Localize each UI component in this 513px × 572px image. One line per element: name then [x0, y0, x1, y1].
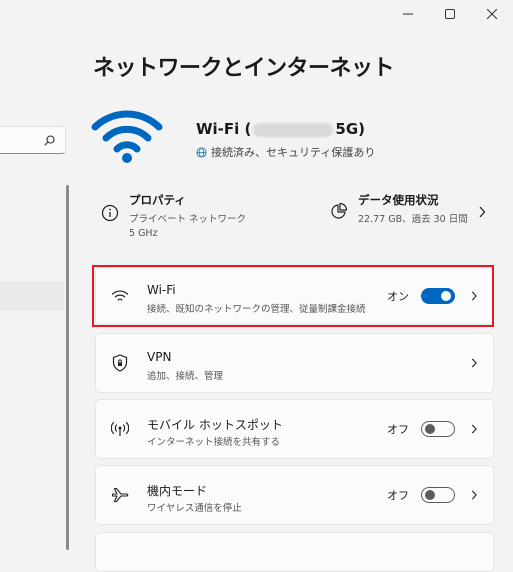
airplane-mode-card-subtitle: ワイヤレス通信を停止: [147, 503, 242, 514]
page-title: ネットワークとインターネット: [93, 56, 395, 81]
hotspot-icon: [110, 419, 130, 439]
mobile-hotspot-card-subtitle: インターネット接続を共有する: [147, 437, 281, 448]
search-icon: [44, 135, 55, 146]
properties-title: プロパティ: [129, 193, 186, 207]
toggle-knob: [425, 490, 435, 500]
data-usage-link[interactable]: データ使用状況 22.77 GB、過去 30 日間: [330, 192, 468, 227]
airplane-mode-card-title: 機内モード: [147, 484, 208, 498]
vpn-card[interactable]: VPN 追加、接続、管理: [95, 333, 494, 393]
info-icon: [101, 204, 119, 222]
search-input[interactable]: [0, 126, 66, 154]
maximize-icon: [445, 9, 455, 19]
mobile-hotspot-card-title: モバイル ホットスポット: [147, 418, 283, 432]
pie-chart-icon: [331, 202, 348, 219]
network-name: Wi-Fi (5G): [196, 120, 365, 138]
wifi-large-icon: [91, 110, 163, 163]
vpn-card-subtitle: 追加、接続、管理: [147, 371, 224, 382]
mobile-hotspot-state-label: オフ: [387, 423, 409, 436]
minimize-icon: [403, 13, 413, 15]
shield-icon: [110, 353, 130, 373]
close-icon: [487, 9, 497, 19]
airplane-icon: [110, 485, 130, 505]
properties-network-type: プライベート ネットワーク: [129, 214, 247, 225]
airplane-mode-state-label: オフ: [387, 489, 409, 502]
nav-item-selected[interactable]: [0, 281, 64, 311]
chevron-right-icon: [479, 206, 486, 218]
data-usage-title: データ使用状況: [358, 193, 439, 207]
close-button[interactable]: [471, 0, 513, 28]
airplane-mode-toggle[interactable]: [421, 487, 455, 503]
maximize-button[interactable]: [429, 0, 471, 28]
next-settings-card[interactable]: [95, 532, 494, 572]
scrollbar[interactable]: [66, 185, 69, 550]
properties-link[interactable]: プロパティ プライベート ネットワーク 5 GHz: [101, 192, 246, 241]
navigation-pane: [0, 0, 80, 550]
chevron-right-icon: [471, 358, 477, 368]
redacted-ssid: [253, 122, 334, 137]
mobile-hotspot-card[interactable]: モバイル ホットスポット インターネット接続を共有する オフ: [95, 399, 494, 459]
connection-status: 接続済み、セキュリティ保護あり: [196, 144, 375, 160]
data-usage-detail: 22.77 GB、過去 30 日間: [358, 214, 468, 225]
highlight-box: [92, 265, 494, 327]
mobile-hotspot-toggle[interactable]: [421, 421, 455, 437]
minimize-button[interactable]: [387, 0, 429, 28]
vpn-card-title: VPN: [147, 350, 172, 364]
globe-icon: [196, 146, 207, 158]
toggle-knob: [425, 424, 435, 434]
chevron-right-icon: [471, 424, 477, 434]
chevron-right-icon: [471, 490, 477, 500]
airplane-mode-card[interactable]: 機内モード ワイヤレス通信を停止 オフ: [95, 465, 494, 525]
properties-band: 5 GHz: [129, 228, 158, 239]
